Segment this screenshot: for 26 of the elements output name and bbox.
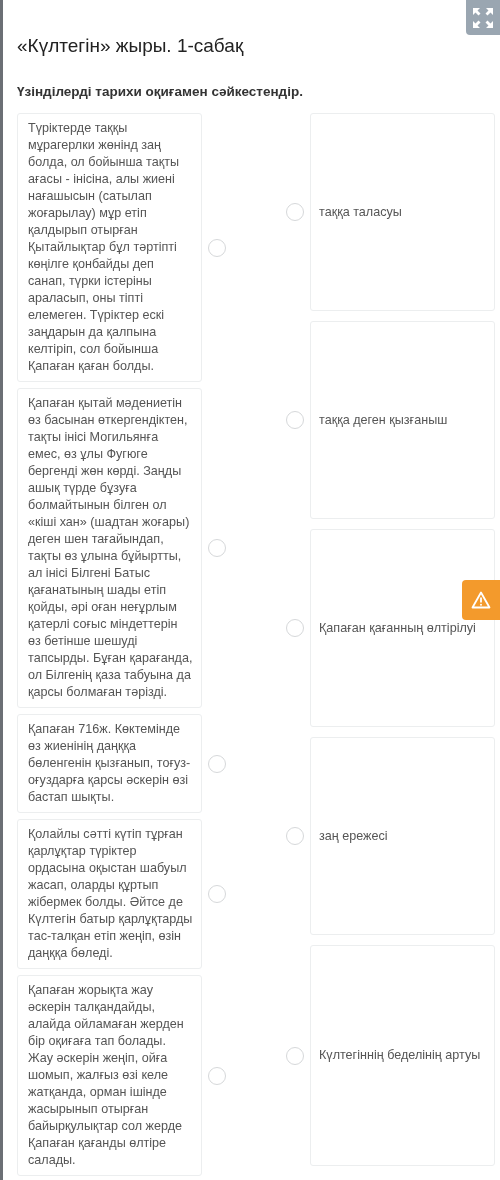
page-title: «Күлтегін» жыры. 1-сабақ: [17, 35, 245, 57]
answer-card: Күлтегіннің беделінің артуы: [310, 945, 495, 1166]
radio-button[interactable]: [208, 1066, 226, 1085]
radio-button[interactable]: [208, 539, 226, 557]
answer-card: таққа деген қызғаныш: [310, 321, 495, 519]
passage-card: Қапаған қытай мәдениетін өз басынан өткергендіктен, тақты інісі Могильянға емес, өз ұлы Фугюге бергенді жөн көрді. Заңды ашық түрде бұзуға болмайтынын білген ол «кіші хан» (шадтан жоғары) деген шен тағайындап, тақты өз ұлына бұйыртты, ал інісі Білгені Батыс қағанатының шады етіп қойды, әрі оған неғұрлым қатерлі соғыс міндеттерін өз бетінше шешуді тапсырды. Бұған қарағанда, ол Білгенің қаза табуына да қарсы болмаған тәрізді.: [17, 388, 202, 708]
radio-button[interactable]: [208, 885, 226, 903]
radio-button[interactable]: [286, 203, 304, 221]
expand-icon: [472, 6, 494, 29]
radio-button[interactable]: [286, 411, 304, 429]
radio-button[interactable]: [286, 619, 304, 637]
answer-card: Қапаған қағанның өлтірілуі: [310, 529, 495, 727]
passage-card: Түріктерде таққы мұрагерлки жөнінд заң болда, ол бойынша тақты ағасы - інісіна, алы жиені нағашысын (сатылап жоғарылау) мұр етіп қалдырып отырған Қытайлықтар бұл тәртіпті көңілге қонбайды деп санап, түрки істеріны араласып, оны тіпті елемеген. Түріктер ескі заңдарын да қалпына келтіріп, сол бойынша Қапаған қаған болды.: [17, 113, 202, 382]
warning-icon: [471, 591, 491, 609]
warning-button[interactable]: [462, 580, 500, 620]
passage-card: Қолайлы сәтті күтіп тұрған қарлұқтар түріктер ордасына оқыстан шабуыл жасап, оларды құртып жібермек болды. Әйтсе де Күлтегін батыр қарлұқтарды тас-талқан етіп жеңіп, өзін даңққа бөледі.: [17, 819, 202, 969]
radio-button[interactable]: [208, 754, 226, 773]
answer-card: таққа таласуы: [310, 113, 495, 311]
radio-button[interactable]: [286, 1046, 304, 1065]
instruction-text: Үзінділерді тарихи оқиғамен сәйкестендір.: [17, 84, 304, 99]
fullscreen-button[interactable]: [466, 0, 500, 35]
answer-card: заң ережесі: [310, 737, 495, 935]
passage-card: Қапаған 716ж. Көктемінде өз жиенінің даңққа бөленгенін қызғанып, тоғуз-оғуздарға қарсы әскерін өзі бастап шықты.: [17, 714, 202, 813]
radio-button[interactable]: [286, 827, 304, 845]
radio-button[interactable]: [208, 238, 226, 257]
passage-card: Қапаған жорықта жау әскерін талқандайды, алайда ойламаған жерден бір оқиғаға тап болады. Жау әскерін жеңіп, ойға шомып, жалғыз өзі келе жатқанда, орман ішінде жасырынып отырған байырқулықтар сол жерде Қапаған қағанды өлтіре салады.: [17, 975, 202, 1176]
